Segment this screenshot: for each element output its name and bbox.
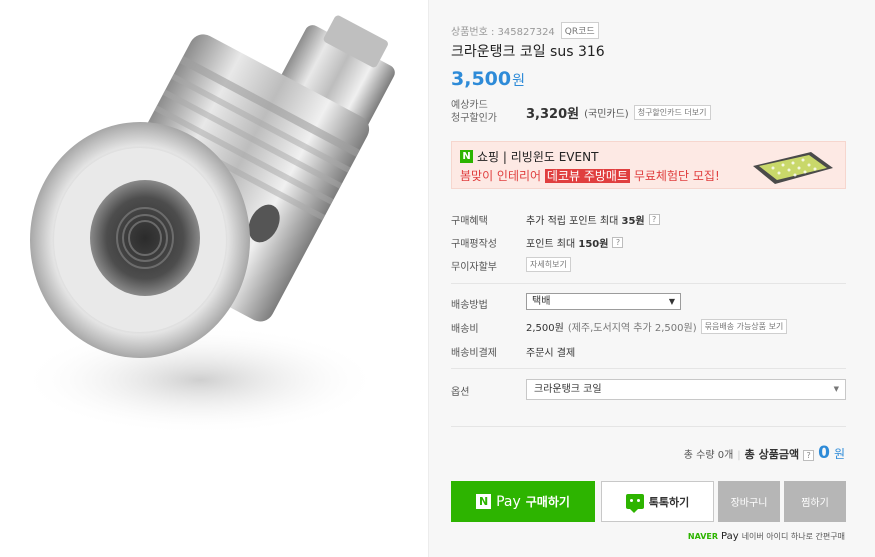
- review-point-amount: 150원: [578, 239, 609, 250]
- shipping-fee-label: 배송비: [451, 324, 479, 335]
- banner-subtitle: 봄맞이 인테리어 데코뷰 주방매트 무료체험단 모집!: [460, 167, 720, 184]
- banner-line2-highlight: 데코뷰 주방매트: [544, 169, 631, 183]
- shipping-method-value: 택배: [532, 296, 551, 307]
- promo-banner[interactable]: N 쇼핑 | 리빙윈도 EVENT 봄맞이 인테리어 데코뷰 주방매트 무료체험…: [451, 141, 846, 189]
- review-point-text: 포인트 최대 150원: [526, 235, 608, 250]
- naver-pay-buy-button[interactable]: N Pay 구매하기: [451, 481, 595, 522]
- product-number: 상품번호 : 345827324 QR코드: [451, 22, 599, 39]
- installment-label: 무이자할부: [451, 262, 497, 273]
- shipping-payment-value: 주문시 결제: [526, 348, 576, 359]
- kitchen-mat-illustration: [753, 152, 833, 184]
- purchase-benefit-value: 추가 적립 포인트 최대 35원 ?: [526, 212, 660, 227]
- naverpay-brand-pay: Pay: [721, 531, 739, 542]
- review-point-value: 포인트 최대 150원 ?: [526, 235, 624, 250]
- naverpay-note-text: 네이버 아이디 하나로 간편구매: [741, 532, 845, 541]
- review-point-prefix: 포인트 최대: [526, 239, 579, 250]
- shipping-method-select[interactable]: 택배 ▼: [526, 293, 681, 310]
- purchase-benefit-help-icon[interactable]: ?: [648, 214, 660, 225]
- product-number-text: 상품번호 : 345827324: [451, 27, 555, 38]
- card-label-line2: 청구할인가: [451, 113, 497, 124]
- naver-n-icon: N: [476, 494, 492, 509]
- price-unit: 원: [512, 73, 525, 89]
- option-label: 옵션: [451, 387, 470, 398]
- cart-button[interactable]: 장바구니: [718, 481, 780, 522]
- product-title: 크라운탱크 코일 sus 316: [451, 44, 605, 60]
- purchase-benefit-text: 추가 적립 포인트 최대 35원: [526, 212, 645, 227]
- total-price-value: 0: [818, 443, 830, 463]
- separator: |: [737, 450, 741, 461]
- banner-line1: 쇼핑 | 리빙윈도 EVENT: [477, 150, 599, 164]
- banner-line2-suffix: 무료체험단 모집!: [630, 169, 720, 183]
- total-quantity: 총 수량 0개: [683, 450, 734, 461]
- option-selected-value: 크라운탱크 코일: [534, 384, 602, 395]
- talk-bubble-icon: [625, 494, 644, 513]
- banner-line2-prefix: 봄맞이 인테리어: [460, 169, 545, 183]
- product-image: [0, 0, 428, 557]
- shipping-fee-value: 2,500원 (제주,도서지역 추가 2,500원) 묶음배송 가능상품 보기: [526, 319, 788, 334]
- total-price-unit: 원: [833, 447, 845, 461]
- shipping-payment-label: 배송비결제: [451, 348, 497, 359]
- divider: [451, 368, 846, 369]
- talk-label: 톡톡하기: [648, 495, 690, 509]
- card-discount-price: 3,320원 (국민카드) 청구할인카드 더보기: [526, 103, 711, 122]
- product-info-panel: 상품번호 : 345827324 QR코드 크라운탱크 코일 sus 316 3…: [428, 0, 875, 557]
- purchase-benefit-label: 구매혜택: [451, 216, 488, 227]
- banner-title: N 쇼핑 | 리빙윈도 EVENT: [460, 148, 598, 165]
- coil-photo: [20, 15, 395, 435]
- naverpay-brand-naver: NAVER: [687, 532, 719, 541]
- shipping-method-label: 배송방법: [451, 300, 488, 311]
- shipping-fee-amount: 2,500원: [526, 323, 564, 334]
- divider: [451, 426, 846, 427]
- total-help-icon[interactable]: ?: [803, 450, 815, 461]
- installment-value: 자세히보기: [526, 257, 571, 272]
- installment-detail-button[interactable]: 자세히보기: [526, 257, 571, 272]
- talktalk-button[interactable]: 톡톡하기: [601, 481, 714, 522]
- card-price-value: 3,320원: [526, 107, 580, 122]
- purchase-benefit-prefix: 추가 적립 포인트 최대: [526, 216, 622, 227]
- dropdown-arrow-icon: ▼: [668, 297, 675, 306]
- card-label-line1: 예상카드: [451, 100, 488, 111]
- shipping-fee-note: (제주,도서지역 추가 2,500원): [567, 323, 697, 334]
- total-price-label: 총 상품금액: [744, 448, 800, 461]
- product-price: 3,500원: [451, 68, 525, 90]
- dropdown-arrow-icon: ▼: [833, 385, 839, 393]
- card-discount-label: 예상카드 청구할인가: [451, 99, 497, 125]
- option-select[interactable]: 크라운탱크 코일 ▼: [526, 379, 846, 400]
- naver-n-icon: N: [460, 150, 473, 163]
- purchase-benefit-amount: 35원: [621, 216, 645, 227]
- bundle-shipping-button[interactable]: 묶음배송 가능상품 보기: [700, 319, 788, 334]
- total-summary: 총 수량 0개 | 총 상품금액 ? 0원: [684, 443, 845, 463]
- buy-label: 구매하기: [525, 495, 570, 509]
- card-more-button[interactable]: 청구할인카드 더보기: [633, 105, 711, 120]
- card-name: (국민카드): [584, 109, 629, 120]
- wishlist-button[interactable]: 찜하기: [784, 481, 846, 522]
- divider: [451, 283, 846, 284]
- qr-code-button[interactable]: QR코드: [560, 22, 599, 39]
- naverpay-note: NAVER Pay 네이버 아이디 하나로 간편구매: [688, 531, 845, 542]
- price-value: 3,500: [451, 68, 512, 90]
- review-point-label: 구매평작성: [451, 239, 497, 250]
- review-point-help-icon[interactable]: ?: [612, 237, 624, 248]
- pay-word: Pay: [496, 493, 521, 510]
